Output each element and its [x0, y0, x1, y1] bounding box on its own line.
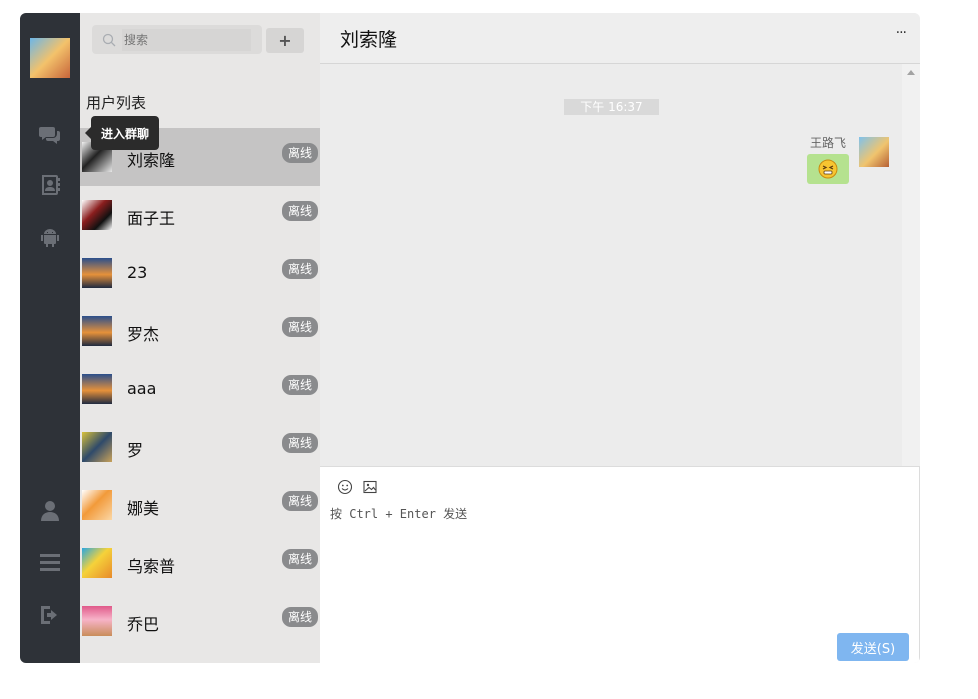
user-row[interactable]: aaa 离线 — [80, 360, 320, 418]
status-badge: 离线 — [281, 607, 318, 627]
user-name: 娜美 — [127, 499, 160, 518]
message-area: 下午 16:37 王路飞 — [320, 64, 902, 466]
user-name: 乔巴 — [127, 615, 160, 634]
user-avatar — [82, 200, 112, 230]
android-icon[interactable] — [38, 226, 62, 250]
status-badge: 离线 — [281, 201, 318, 221]
search-icon — [102, 33, 116, 47]
user-row[interactable]: 罗 离线 — [80, 418, 320, 476]
sender-avatar — [859, 137, 889, 167]
menu-icon[interactable] — [38, 550, 62, 574]
user-name: 面子王 — [127, 209, 176, 228]
status-badge: 离线 — [281, 433, 318, 453]
sticker-emoji-icon — [818, 159, 838, 179]
user-avatar — [82, 548, 112, 578]
user-name: 23 — [127, 263, 148, 282]
profile-icon[interactable] — [38, 499, 62, 523]
status-badge: 离线 — [281, 491, 318, 511]
chat-header: 刘索隆 ··· — [320, 13, 920, 64]
user-name: 罗 — [127, 441, 144, 460]
message-bubble[interactable] — [807, 154, 849, 184]
message-input-area[interactable]: 按 Ctrl + Enter 发送 发送(S) — [320, 466, 920, 663]
user-name: 刘索隆 — [127, 151, 176, 170]
user-row[interactable]: 娜美 离线 — [80, 476, 320, 534]
more-options-icon[interactable]: ··· — [896, 25, 907, 41]
scroll-up-arrow-icon[interactable] — [907, 70, 915, 75]
user-name: aaa — [127, 379, 157, 398]
logout-icon[interactable] — [38, 603, 62, 627]
search-input[interactable] — [122, 29, 251, 51]
chat-title: 刘索隆 — [340, 29, 398, 51]
user-avatar — [82, 606, 112, 636]
status-badge: 离线 — [281, 549, 318, 569]
send-button[interactable]: 发送(S) — [837, 633, 909, 661]
status-badge: 离线 — [281, 317, 318, 337]
status-badge: 离线 — [281, 375, 318, 395]
contacts-icon[interactable] — [38, 173, 62, 197]
user-avatar — [82, 258, 112, 288]
user-avatar — [82, 316, 112, 346]
status-badge: 离线 — [281, 259, 318, 279]
sidebar-rail — [20, 13, 80, 663]
group-chat-tooltip: 进入群聊 — [85, 116, 159, 150]
chat-app: + 用户列表 刘索隆 离线 面子王 离线 23 离线 罗杰 离线 — [20, 13, 920, 663]
image-icon[interactable] — [362, 479, 378, 495]
user-row[interactable]: 乔巴 离线 — [80, 592, 320, 650]
message-timestamp: 下午 16:37 — [564, 99, 659, 115]
user-row[interactable]: 面子王 离线 — [80, 186, 320, 244]
user-row[interactable]: 23 离线 — [80, 244, 320, 302]
status-badge: 离线 — [281, 143, 318, 163]
user-avatar — [82, 490, 112, 520]
emoji-icon[interactable] — [337, 479, 353, 495]
chat-panel: 刘索隆 ··· 下午 16:37 王路飞 按 Ctrl + Enter 发送 发… — [320, 13, 920, 663]
user-name: 罗杰 — [127, 325, 160, 344]
user-list: 刘索隆 离线 面子王 离线 23 离线 罗杰 离线 aaa 离线 罗 离线 娜美… — [80, 128, 320, 650]
scrollbar[interactable] — [902, 64, 920, 466]
my-avatar[interactable] — [30, 38, 70, 78]
user-name: 乌索普 — [127, 557, 176, 576]
user-list-panel: + 用户列表 刘索隆 离线 面子王 离线 23 离线 罗杰 离线 — [80, 13, 320, 663]
user-row[interactable]: 罗杰 离线 — [80, 302, 320, 360]
user-avatar — [82, 374, 112, 404]
user-row[interactable]: 乌索普 离线 — [80, 534, 320, 592]
user-avatar — [82, 432, 112, 462]
user-list-title: 用户列表 — [86, 94, 147, 112]
input-hint: 按 Ctrl + Enter 发送 — [330, 507, 468, 521]
sender-name: 王路飞 — [809, 136, 846, 150]
add-button[interactable]: + — [266, 28, 304, 53]
chat-icon[interactable] — [38, 123, 62, 147]
search-box — [92, 25, 262, 54]
